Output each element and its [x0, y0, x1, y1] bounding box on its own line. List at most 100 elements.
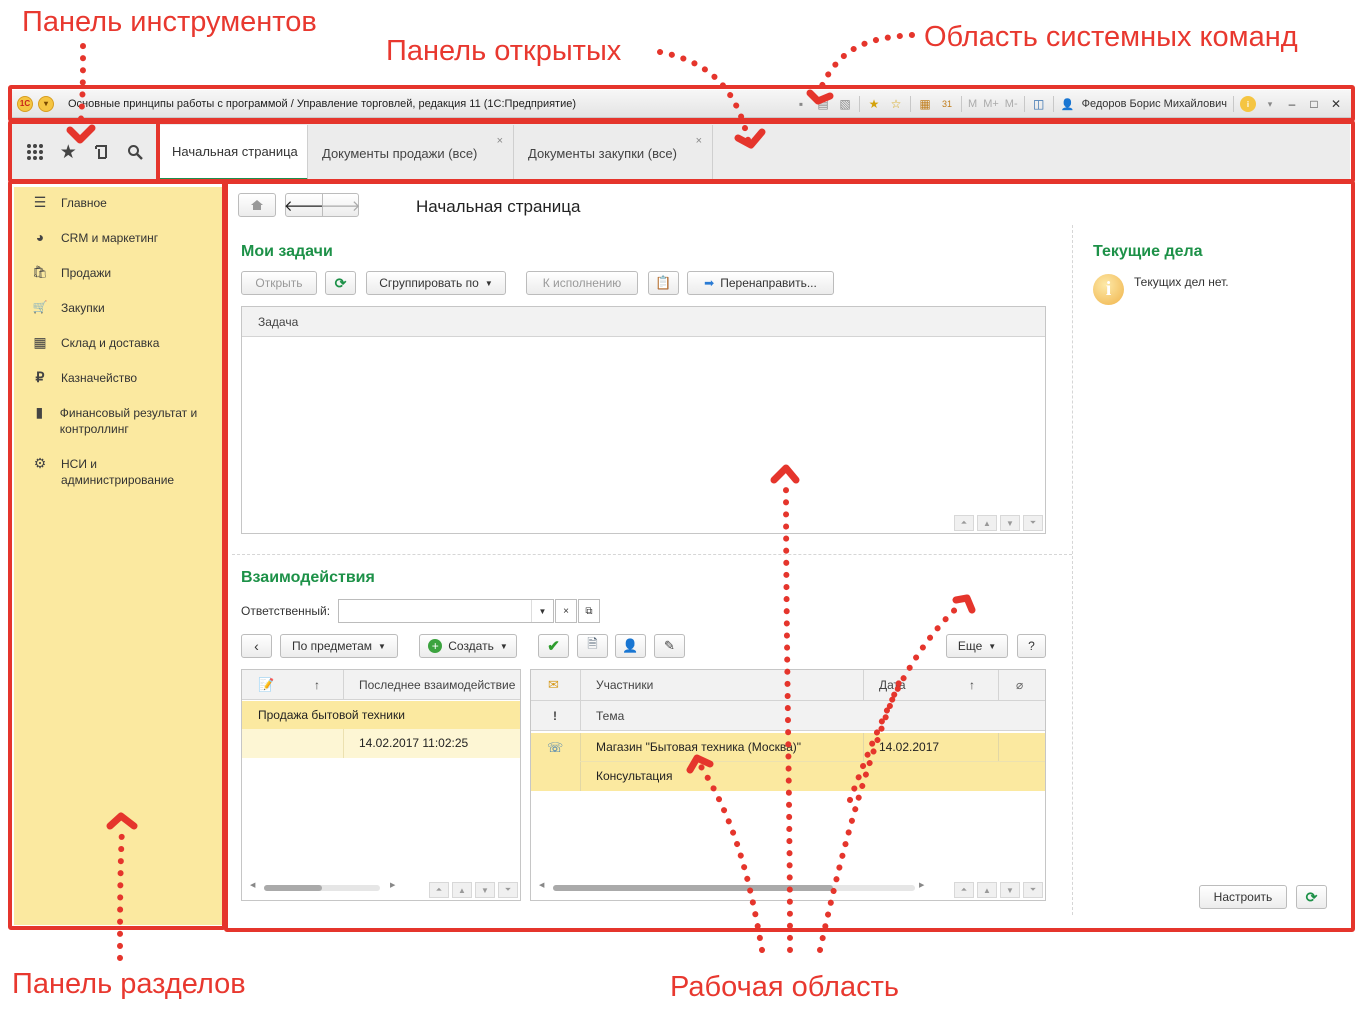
section-financial-results[interactable]: ▮ Финансовый результат и контроллинг: [14, 401, 222, 452]
phone-icon: ☏: [547, 740, 564, 755]
table-row[interactable]: Продажа бытовой техники: [242, 701, 520, 729]
scroll-up-icon[interactable]: ▲: [452, 882, 472, 898]
tab-home[interactable]: Начальная страница: [158, 125, 308, 181]
tab-purchase-documents[interactable]: Документы закупки (все) ×: [514, 125, 713, 181]
scroll-last-icon[interactable]: ⏷: [498, 882, 518, 898]
scroll-last-icon[interactable]: ⏷: [1023, 882, 1043, 898]
add-favorite-icon[interactable]: ★: [866, 96, 882, 112]
help-button[interactable]: ?: [1017, 634, 1046, 658]
apps-grid-icon[interactable]: [24, 141, 46, 163]
scroll-right-icon[interactable]: ▶: [919, 881, 924, 889]
create-button[interactable]: + Создать ▼: [419, 634, 517, 658]
scroll-last-icon[interactable]: ⏷: [1023, 515, 1043, 531]
document-button[interactable]: 🗎: [577, 634, 608, 658]
group-by-button[interactable]: Сгруппировать по ▼: [366, 271, 506, 295]
section-main[interactable]: ☰ Главное: [14, 191, 222, 226]
scroll-down-icon[interactable]: ▼: [1000, 515, 1020, 531]
table-header: Задача: [242, 307, 1045, 337]
caption-open-panel: Панель открытых: [386, 35, 622, 67]
clear-button[interactable]: ×: [555, 599, 577, 623]
section-sales[interactable]: 🛍 Продажи: [14, 261, 222, 296]
arrow-left-icon: 🡐: [283, 197, 325, 215]
mark-done-button[interactable]: ✔: [538, 634, 569, 658]
favorites-icon[interactable]: ☆: [888, 96, 904, 112]
calendar-icon[interactable]: 31: [939, 96, 955, 112]
save-icon[interactable]: ▪: [793, 96, 809, 112]
menu-lines-icon: ☰: [33, 194, 47, 210]
scroll-down-icon[interactable]: ▼: [1000, 882, 1020, 898]
open-value-button[interactable]: ⧉: [578, 599, 600, 623]
chevron-down-icon[interactable]: ▾: [1262, 96, 1278, 112]
close-icon[interactable]: ×: [497, 135, 503, 147]
chevron-left-icon: ‹: [254, 638, 259, 654]
more-button[interactable]: Еще ▼: [946, 634, 1008, 658]
close-icon[interactable]: ✕: [1328, 96, 1344, 112]
memory-button[interactable]: M: [968, 98, 977, 110]
clipboard-button[interactable]: 📋: [648, 271, 679, 295]
interactions-heading: Взаимодействия: [241, 569, 375, 586]
table-row[interactable]: ☏ Магазин "Бытовая техника (Москва)" 14.…: [531, 733, 1045, 791]
section-purchases[interactable]: 🛒 Закупки: [14, 296, 222, 331]
scroll-right-icon[interactable]: ▶: [390, 881, 395, 889]
horizontal-scrollbar[interactable]: ◀ ▶: [539, 881, 924, 892]
tasks-table[interactable]: Задача ⏶ ▲ ▼ ⏷: [241, 306, 1046, 534]
calculator-icon[interactable]: ▦: [917, 96, 933, 112]
forward-button[interactable]: 🡒: [320, 193, 361, 217]
current-user[interactable]: Федоров Борис Михайлович: [1082, 98, 1227, 110]
scroll-first-icon[interactable]: ⏶: [954, 882, 974, 898]
redirect-button[interactable]: ➡ Перенаправить...: [687, 271, 834, 295]
to-execution-button[interactable]: К исполнению: [526, 271, 638, 295]
scroll-first-icon[interactable]: ⏶: [429, 882, 449, 898]
search-icon[interactable]: [124, 141, 146, 163]
section-crm[interactable]: ◕ CRM и маркетинг: [14, 226, 222, 261]
sort-up-icon[interactable]: ↑: [314, 678, 320, 692]
edit-button[interactable]: ✎: [654, 634, 685, 658]
open-button[interactable]: Открыть: [241, 271, 317, 295]
collapse-button[interactable]: ‹: [241, 634, 272, 658]
chevron-down-icon[interactable]: ▼: [531, 600, 553, 622]
minimize-icon[interactable]: –: [1284, 96, 1300, 112]
close-icon[interactable]: ×: [696, 135, 702, 147]
print-icon[interactable]: ▤: [815, 96, 831, 112]
button-label: Сгруппировать по: [379, 276, 479, 290]
column-header-last-interaction[interactable]: Последнее взаимодействие: [359, 678, 515, 692]
by-subjects-button[interactable]: По предметам ▼: [280, 634, 398, 658]
back-button[interactable]: 🡐: [283, 193, 325, 217]
column-header-date[interactable]: Дата: [879, 678, 906, 692]
favorites-star-icon[interactable]: ★: [57, 141, 79, 163]
scroll-left-icon[interactable]: ◀: [250, 881, 255, 889]
scroll-up-icon[interactable]: ▲: [977, 515, 997, 531]
scroll-first-icon[interactable]: ⏶: [954, 515, 974, 531]
refresh-button[interactable]: ⟳: [325, 271, 356, 295]
history-icon[interactable]: [91, 141, 113, 163]
section-warehouse[interactable]: ▦ Склад и доставка: [14, 331, 222, 366]
panels-icon[interactable]: ◫: [1031, 96, 1047, 112]
maximize-icon[interactable]: □: [1306, 96, 1322, 112]
tab-sales-documents[interactable]: Документы продажи (все) ×: [308, 125, 514, 181]
app-logo-icon[interactable]: 1С: [17, 95, 33, 112]
scroll-down-icon[interactable]: ▼: [475, 882, 495, 898]
sort-up-icon[interactable]: ↑: [969, 678, 975, 692]
responsible-field[interactable]: ▼: [338, 599, 554, 623]
section-treasury[interactable]: ₽ Казначейство: [14, 366, 222, 401]
horizontal-scrollbar[interactable]: ◀ ▶: [250, 881, 395, 892]
preview-icon[interactable]: ▧: [837, 96, 853, 112]
subjects-table[interactable]: 📝 ↑ Последнее взаимодействие Продажа быт…: [241, 669, 521, 901]
section-admin[interactable]: ⚙ НСИ и администрирование: [14, 452, 222, 503]
button-label: Перенаправить...: [720, 276, 817, 290]
scroll-left-icon[interactable]: ◀: [539, 881, 544, 889]
home-button[interactable]: [238, 193, 276, 217]
scroll-up-icon[interactable]: ▲: [977, 882, 997, 898]
interactions-table[interactable]: ✉ Участники Дата ↑ ⌀ ! Тема ☏ Магазин "Б…: [530, 669, 1046, 901]
memory-plus-button[interactable]: M+: [983, 98, 999, 110]
table-row[interactable]: 14.02.2017 11:02:25: [242, 729, 520, 758]
refresh-button[interactable]: ⟳: [1296, 885, 1327, 909]
column-header-task[interactable]: Задача: [258, 315, 298, 329]
contact-button[interactable]: 👤: [615, 634, 646, 658]
info-icon[interactable]: i: [1240, 96, 1256, 112]
configure-button[interactable]: Настроить: [1199, 885, 1287, 909]
main-menu-icon[interactable]: ▾: [38, 95, 54, 112]
column-header-participants[interactable]: Участники: [596, 678, 653, 692]
column-header-subject[interactable]: Тема: [596, 709, 624, 723]
memory-minus-button[interactable]: M-: [1005, 98, 1018, 110]
